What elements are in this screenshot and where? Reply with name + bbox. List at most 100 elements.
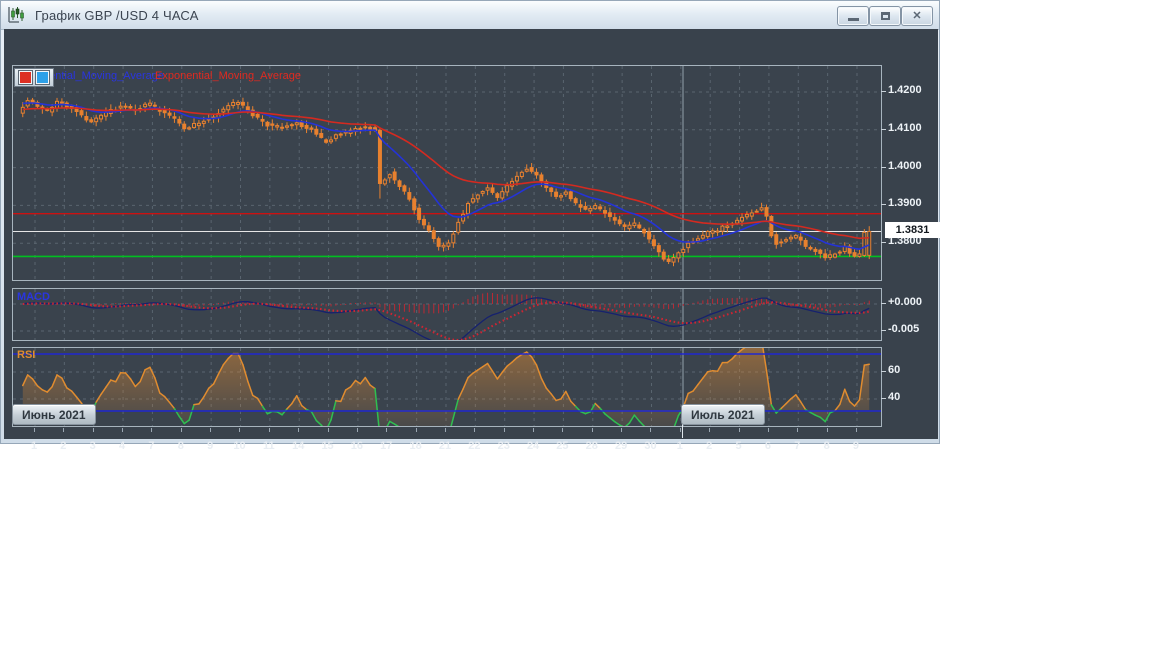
window-title: График GBP /USD 4 ЧАСА <box>35 7 199 23</box>
x-axis-tick <box>63 428 65 432</box>
x-axis-tick <box>122 428 124 432</box>
candle-body <box>598 206 603 210</box>
candle-body <box>196 122 201 127</box>
candle-body <box>720 225 725 232</box>
candle-body <box>431 230 436 239</box>
candle-body <box>123 105 128 108</box>
month-marker-july: Июль 2021 <box>681 404 765 425</box>
candle-body <box>735 219 740 224</box>
candle-body <box>764 207 769 217</box>
x-axis-tick <box>298 428 300 432</box>
close-button[interactable]: ✕ <box>901 6 933 26</box>
candle-body <box>529 167 534 172</box>
x-axis-tick <box>92 428 94 432</box>
candle-body <box>647 231 652 240</box>
candle-body <box>466 203 471 215</box>
candle-body <box>603 210 608 214</box>
price-chart-plot <box>13 66 881 280</box>
candle-body <box>421 218 426 226</box>
candle-body <box>588 208 593 212</box>
rsi-axis-tick <box>881 398 886 399</box>
candle-body <box>221 108 226 113</box>
x-axis-label: 2 <box>60 440 67 452</box>
price-axis-tick <box>881 204 886 206</box>
rsi-line-segment <box>863 363 870 366</box>
x-axis-label: 14 <box>292 440 305 452</box>
candle-body <box>260 118 265 122</box>
minimize-icon <box>847 18 859 21</box>
candle-body <box>700 234 705 239</box>
minimize-button[interactable] <box>837 6 869 26</box>
candle-body <box>637 224 642 229</box>
x-axis-tick <box>709 428 711 432</box>
x-axis-tick <box>855 428 857 432</box>
x-axis-tick <box>386 428 388 432</box>
candle-body <box>358 127 363 130</box>
x-axis-label: 23 <box>497 440 510 452</box>
month-separator-tick <box>682 423 683 438</box>
candle-body <box>823 253 828 259</box>
price-axis-tick <box>881 242 886 244</box>
candle-body <box>769 215 774 237</box>
price-axis-label: 1.4200 <box>888 84 922 96</box>
candle-body <box>167 112 172 116</box>
candle-body <box>725 225 730 228</box>
macd-axis-tick <box>881 303 886 304</box>
candle-body <box>475 194 480 200</box>
maximize-button[interactable] <box>869 6 901 26</box>
candle-body <box>539 174 544 183</box>
price-axis-tick <box>881 91 886 92</box>
candle-body <box>270 123 275 126</box>
candle-body <box>319 132 324 138</box>
candle-body <box>59 101 64 104</box>
x-axis-label: 6 <box>764 440 771 452</box>
candle-body <box>240 101 245 106</box>
candle-body <box>813 248 818 252</box>
macd-indicator-panel[interactable] <box>12 288 882 341</box>
x-axis-tick <box>415 428 417 432</box>
title-bar[interactable]: График GBP /USD 4 ЧАСА ✕ <box>1 1 939 30</box>
candle-body <box>201 120 206 124</box>
candle-body <box>676 252 681 259</box>
candle-body <box>671 257 676 263</box>
macd-axis-label: -0.005 <box>888 323 920 335</box>
x-axis-label: 17 <box>380 440 393 452</box>
candle-body <box>793 234 798 239</box>
candle-body <box>583 205 588 210</box>
red-series-chip-icon <box>19 71 32 84</box>
candle-body <box>519 171 524 178</box>
candle-body <box>784 239 789 242</box>
candle-body <box>451 233 456 244</box>
rsi-axis-label: 40 <box>888 391 901 403</box>
candle-body <box>788 236 793 240</box>
candle-body <box>397 180 402 187</box>
x-axis-label: 9 <box>852 440 860 452</box>
macd-axis-tick <box>881 330 886 331</box>
legend-chip-box[interactable] <box>14 68 54 87</box>
candle-body <box>862 231 867 256</box>
current-price-tag: 1.3831 <box>885 222 940 239</box>
blue-series-chip-icon <box>36 71 49 84</box>
candle-body <box>549 187 554 193</box>
candle-body <box>187 127 192 130</box>
x-axis-label: 16 <box>350 440 364 452</box>
rsi-panel-label: RSI <box>17 349 36 361</box>
x-axis-label: 9 <box>207 440 214 452</box>
x-axis-label: 5 <box>735 440 742 452</box>
candle-body <box>612 217 617 221</box>
x-axis-label: 28 <box>585 440 598 452</box>
x-axis-tick <box>34 428 35 432</box>
candle-body <box>182 123 187 130</box>
price-chart-panel[interactable] <box>12 65 882 281</box>
macd-signal-line <box>22 301 870 340</box>
candle-body <box>661 251 666 260</box>
candle-body <box>304 124 309 129</box>
candle-body <box>94 117 99 123</box>
candle-body <box>143 103 148 108</box>
candle-body <box>265 121 270 127</box>
price-axis-label: 1.4100 <box>888 121 922 134</box>
candle-body <box>289 124 294 127</box>
x-axis-tick <box>327 428 329 432</box>
candle-body <box>808 246 813 250</box>
x-axis-label: 7 <box>148 440 155 452</box>
